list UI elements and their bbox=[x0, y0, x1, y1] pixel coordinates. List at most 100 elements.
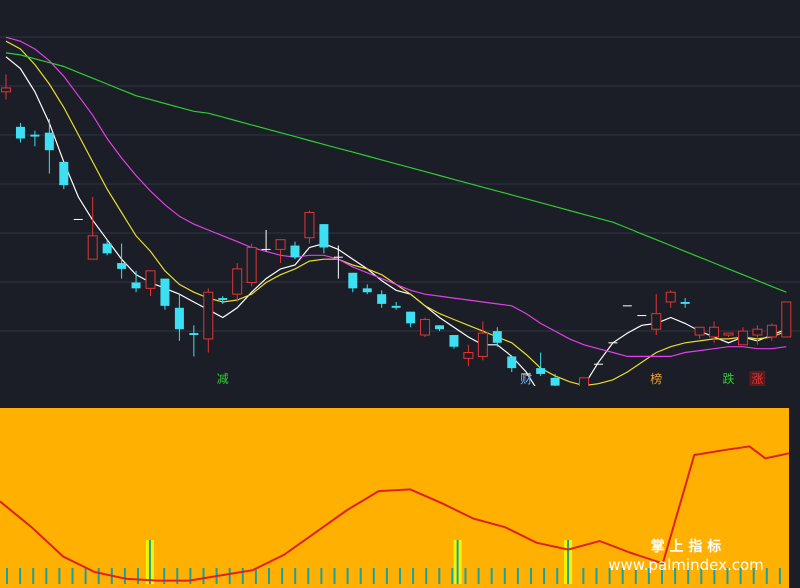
signal-core bbox=[148, 540, 151, 584]
candle-body bbox=[781, 301, 792, 338]
candle-body bbox=[117, 263, 127, 269]
indicator-tick bbox=[530, 568, 532, 584]
candle-body bbox=[694, 326, 705, 336]
candle-body bbox=[319, 224, 329, 248]
indicator-tick bbox=[438, 568, 441, 584]
indicator-tick bbox=[503, 568, 506, 584]
candle-body bbox=[131, 282, 141, 289]
indicator-tick bbox=[58, 568, 61, 584]
indicator-tick bbox=[765, 568, 768, 584]
candle-body bbox=[232, 268, 243, 295]
marker-label: 财 bbox=[520, 372, 532, 386]
panel-separator bbox=[0, 386, 800, 408]
candle bbox=[160, 278, 170, 310]
candle-body bbox=[709, 326, 720, 338]
indicator-tick bbox=[320, 568, 323, 584]
candle-body bbox=[651, 313, 662, 330]
candle-body bbox=[463, 352, 474, 359]
indicator-tick bbox=[346, 568, 349, 584]
candle bbox=[246, 243, 257, 287]
candle-body bbox=[449, 335, 459, 347]
candle-body bbox=[348, 272, 358, 289]
candle-body bbox=[102, 243, 112, 254]
indicator-tick bbox=[137, 568, 139, 584]
indicator-tick bbox=[19, 568, 22, 584]
candle-body bbox=[1, 87, 11, 93]
candle-body bbox=[218, 298, 228, 301]
signal-core bbox=[567, 540, 570, 584]
candle bbox=[59, 161, 69, 190]
candle-body bbox=[406, 311, 416, 324]
indicator-tick bbox=[189, 568, 192, 584]
indicator-tick bbox=[556, 568, 559, 584]
candle-body bbox=[275, 239, 286, 250]
candle-body bbox=[377, 294, 387, 304]
candle-body bbox=[665, 291, 676, 303]
marker-label: 涨 bbox=[751, 371, 763, 386]
indicator-tick bbox=[451, 568, 454, 584]
indicator-tick bbox=[71, 568, 74, 584]
candle-body bbox=[550, 377, 560, 386]
indicator-tick bbox=[595, 568, 598, 584]
indicator-tick bbox=[372, 568, 375, 584]
indicator-tick bbox=[97, 568, 100, 584]
indicator-tick bbox=[582, 568, 585, 584]
candle-body bbox=[420, 318, 431, 336]
indicator-tick bbox=[268, 568, 270, 584]
indicator-tick bbox=[477, 568, 480, 584]
candle-body bbox=[766, 324, 777, 338]
indicator-tick bbox=[228, 568, 231, 584]
marker-label: 减 bbox=[217, 372, 229, 386]
candle-body bbox=[391, 305, 401, 308]
candle-body bbox=[290, 245, 300, 258]
indicator-tick bbox=[425, 568, 428, 584]
candle bbox=[449, 335, 459, 349]
candle-body bbox=[723, 332, 734, 336]
indicator-tick bbox=[45, 568, 48, 584]
candle-body bbox=[752, 328, 763, 336]
candle-body bbox=[737, 330, 748, 346]
indicator-tick bbox=[778, 568, 781, 584]
indicator-tick bbox=[490, 568, 493, 584]
candle-body bbox=[145, 270, 156, 289]
candle-body bbox=[87, 235, 98, 260]
candle-body bbox=[492, 331, 502, 343]
candle bbox=[420, 317, 431, 337]
price-panel-background bbox=[0, 0, 800, 386]
indicator-tick bbox=[307, 568, 310, 584]
candle-body bbox=[44, 132, 54, 151]
indicator-tick bbox=[333, 568, 336, 584]
candle-body bbox=[507, 356, 517, 369]
indicator-tick bbox=[84, 568, 87, 584]
indicator-tick bbox=[281, 568, 284, 584]
candle-body bbox=[304, 211, 315, 239]
candle-body bbox=[203, 291, 214, 340]
candle-body bbox=[362, 288, 372, 293]
indicator-tick bbox=[412, 568, 415, 584]
indicator-tick bbox=[385, 568, 388, 584]
candle-body bbox=[435, 325, 444, 330]
candle-body bbox=[59, 161, 69, 186]
candle-body bbox=[477, 332, 488, 357]
indicator-tick bbox=[254, 568, 257, 584]
watermark-url: www.palmindex.com bbox=[608, 556, 764, 574]
indicator-tick bbox=[32, 568, 35, 584]
candle-body bbox=[246, 246, 257, 283]
indicator-tick bbox=[543, 568, 546, 584]
indicator-tick bbox=[202, 568, 205, 584]
indicator-tick bbox=[294, 568, 297, 584]
indicator-tick bbox=[516, 568, 519, 584]
stock-chart: 减财榜跌涨 ←1.46 掌 上 指 标 www.palmindex.com bbox=[0, 0, 800, 588]
candle-body bbox=[15, 126, 25, 139]
marker-label: 跌 bbox=[722, 371, 734, 386]
watermark-title: 掌 上 指 标 bbox=[651, 538, 722, 555]
candle-body bbox=[536, 368, 546, 374]
indicator-tick bbox=[359, 568, 362, 584]
marker-label: 榜 bbox=[650, 371, 662, 386]
candle-body bbox=[189, 333, 199, 336]
candle-body bbox=[30, 134, 40, 137]
indicator-tick bbox=[6, 568, 8, 584]
candle-body bbox=[174, 307, 184, 330]
candle-body bbox=[680, 301, 690, 304]
candle-body bbox=[160, 278, 170, 306]
